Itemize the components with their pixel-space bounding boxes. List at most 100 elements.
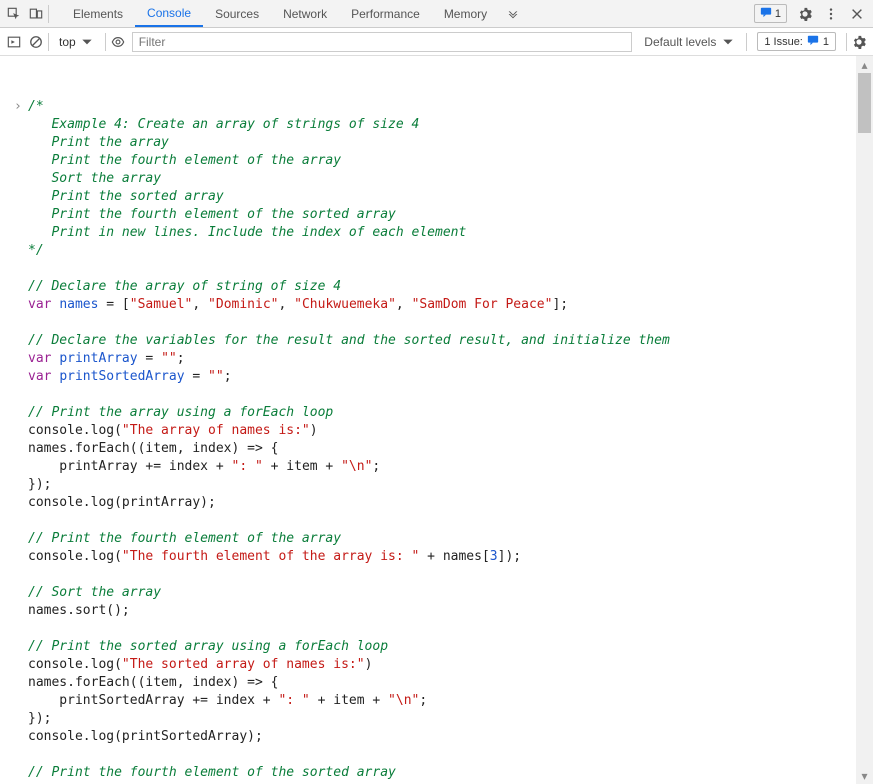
tab-network[interactable]: Network <box>271 0 339 27</box>
code-text: console.log( <box>28 423 122 438</box>
expand-icon[interactable]: › <box>14 98 22 116</box>
more-tabs-icon[interactable] <box>505 6 521 22</box>
code-comment: Print in new lines. Include the index of… <box>28 225 466 240</box>
code-text: console.log(printArray); <box>28 495 216 510</box>
kebab-icon[interactable] <box>823 6 839 22</box>
code-text: + item + <box>263 459 341 474</box>
code-text: = [ <box>98 297 129 312</box>
code-text: ]); <box>498 549 521 564</box>
code-text: + item + <box>310 693 388 708</box>
code-text: ; <box>224 369 232 384</box>
tab-performance[interactable]: Performance <box>339 0 432 27</box>
scroll-up-icon[interactable]: ▴ <box>856 56 873 73</box>
close-icon[interactable] <box>849 6 865 22</box>
code-comment: // Declare the variables for the result … <box>28 333 670 348</box>
code-comment: Print the sorted array <box>28 189 224 204</box>
chevron-down-icon <box>720 34 736 50</box>
log-levels-selector[interactable]: Default levels <box>644 34 736 50</box>
separator <box>105 33 106 51</box>
code-text: ; <box>372 459 380 474</box>
messages-badge[interactable]: 1 <box>754 4 787 23</box>
code-text: + names[ <box>419 549 489 564</box>
code-var: printArray <box>59 351 137 366</box>
code-var: names <box>59 297 98 312</box>
device-toggle-icon[interactable] <box>28 6 44 22</box>
eye-icon[interactable] <box>110 34 126 50</box>
code-str: "SamDom For Peace" <box>412 297 553 312</box>
context-selector[interactable]: top <box>59 34 95 50</box>
code-str: "The fourth element of the array is: " <box>122 549 419 564</box>
tab-console[interactable]: Console <box>135 0 203 27</box>
code-var: printSortedArray <box>59 369 184 384</box>
code-str: "The sorted array of names is:" <box>122 657 365 672</box>
console-output[interactable]: ›/* Example 4: Create an array of string… <box>0 56 856 784</box>
separator <box>48 33 49 51</box>
code-text: names.forEach((item, index) => { <box>28 675 278 690</box>
separator <box>746 33 747 51</box>
code-text: names.forEach((item, index) => { <box>28 441 278 456</box>
settings-icon[interactable] <box>797 6 813 22</box>
message-icon <box>760 6 772 21</box>
code-text: ; <box>177 351 185 366</box>
tab-elements[interactable]: Elements <box>61 0 135 27</box>
code-str: "\n" <box>388 693 419 708</box>
code-text: printArray += index + <box>28 459 232 474</box>
message-icon <box>807 34 819 49</box>
code-str: "Chukwuemeka" <box>294 297 396 312</box>
code-str: ": " <box>278 693 309 708</box>
separator <box>48 5 49 23</box>
code-comment: */ <box>28 243 44 258</box>
inspect-icon[interactable] <box>6 6 22 22</box>
issues-badge[interactable]: 1 Issue: 1 <box>757 32 836 51</box>
scroll-down-icon[interactable]: ▾ <box>856 767 873 784</box>
topbar-right: 1 <box>754 4 867 23</box>
sidebar-toggle-icon[interactable] <box>6 34 22 50</box>
code-comment: // Declare the array of string of size 4 <box>28 279 341 294</box>
code-str: "" <box>208 369 224 384</box>
code-text: ) <box>365 657 373 672</box>
clear-console-icon[interactable] <box>28 34 44 50</box>
code-str: "" <box>161 351 177 366</box>
scroll-thumb[interactable] <box>858 73 871 133</box>
code-comment: // Sort the array <box>28 585 161 600</box>
code-comment: Print the fourth element of the array <box>28 153 341 168</box>
code-comment: // Print the array using a forEach loop <box>28 405 333 420</box>
code-comment: // Print the sorted array using a forEac… <box>28 639 388 654</box>
code-text: console.log(printSortedArray); <box>28 729 263 744</box>
code-comment: /* <box>28 99 44 114</box>
devtools-topbar: Elements Console Sources Network Perform… <box>0 0 873 28</box>
issues-count: 1 <box>823 36 829 48</box>
code-comment: Print the array <box>28 135 169 150</box>
code-comment: // Print the fourth element of the sorte… <box>28 765 396 780</box>
code-str: "The array of names is:" <box>122 423 310 438</box>
devtools-tabs: Elements Console Sources Network Perform… <box>61 0 754 27</box>
issues-label: 1 Issue: <box>764 36 803 48</box>
code-str: "\n" <box>341 459 372 474</box>
code-text: }); <box>28 711 51 726</box>
filter-input[interactable] <box>132 32 633 52</box>
code-str: ": " <box>232 459 263 474</box>
separator <box>846 33 847 51</box>
chevron-down-icon <box>79 34 95 50</box>
code-str: "Dominic" <box>208 297 278 312</box>
scrollbar[interactable]: ▴ ▾ <box>856 56 873 784</box>
code-text: ]; <box>552 297 568 312</box>
code-text: ; <box>419 693 427 708</box>
code-comment: Print the fourth element of the sorted a… <box>28 207 396 222</box>
code-text: printSortedArray += index + <box>28 693 278 708</box>
levels-label: Default levels <box>644 35 716 49</box>
code-text: names.sort(); <box>28 603 130 618</box>
context-label: top <box>59 35 76 49</box>
code-kw: var <box>28 297 51 312</box>
code-text: console.log( <box>28 657 122 672</box>
code-kw: var <box>28 369 51 384</box>
code-comment: Sort the array <box>28 171 161 186</box>
code-num: 3 <box>490 549 498 564</box>
code-str: "Samuel" <box>130 297 193 312</box>
tab-memory[interactable]: Memory <box>432 0 499 27</box>
console-settings-icon[interactable] <box>851 34 867 50</box>
code-text: console.log( <box>28 549 122 564</box>
code-text: ) <box>310 423 318 438</box>
tab-sources[interactable]: Sources <box>203 0 271 27</box>
code-comment: // Print the fourth element of the array <box>28 531 341 546</box>
